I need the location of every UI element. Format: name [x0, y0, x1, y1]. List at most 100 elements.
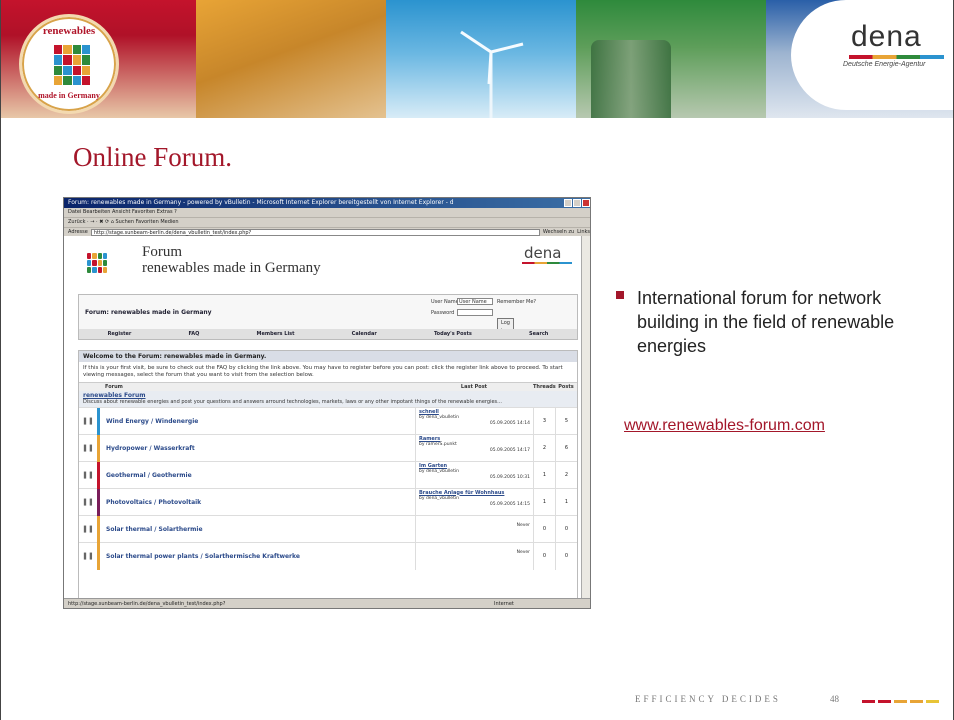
last-post-date: 05.09.2005 10:31: [489, 474, 530, 480]
password-input[interactable]: [457, 309, 493, 316]
nav-calendar[interactable]: Calendar: [352, 329, 377, 339]
forum-table-header: Forum Last Post Threads Posts: [79, 382, 577, 391]
col-last-post: Last Post: [460, 384, 488, 390]
nav-search[interactable]: Search: [529, 329, 548, 339]
last-post-by[interactable]: by dena_vbulletin: [419, 415, 459, 420]
login-box: User Name User Name Remember Me? Passwor…: [431, 298, 536, 336]
footer-stripe-red-2: [878, 700, 891, 703]
forum-rows: ❚❚ Wind Energy / Windenergie schnell by den…: [79, 407, 577, 570]
header-banner: renewables made in Germany dena Deutsche…: [1, 0, 953, 118]
nav-faq[interactable]: FAQ: [188, 329, 199, 339]
bullet-icon: [616, 291, 624, 299]
forum-folder-icon: ❚❚: [82, 444, 94, 452]
last-post-by[interactable]: by dena_vbulletin: [419, 469, 459, 474]
forum-posts-count: 1: [555, 488, 577, 516]
last-post-date: 05.09.2005 14:15: [489, 501, 530, 507]
status-zone: Internet: [494, 601, 514, 607]
banner-strip-orange: [196, 0, 386, 118]
forum-url-link[interactable]: www.renewables-forum.com: [624, 417, 825, 435]
forum-last-post: Never: [415, 542, 533, 570]
maximize-icon[interactable]: [573, 199, 581, 207]
browser-screenshot: Forum: renewables made in Germany - powe…: [63, 197, 591, 609]
forum-header-title: Forum: [142, 244, 183, 260]
last-post-date: 05.09.2005 14:14: [489, 420, 530, 426]
footer-stripe-yellow: [926, 700, 939, 703]
forum-folder-icon: ❚❚: [82, 552, 94, 560]
username-input[interactable]: User Name: [457, 298, 493, 305]
dena-tagline: Deutsche Energie-Agentur: [843, 61, 926, 68]
forum-folder-icon: ❚❚: [82, 498, 94, 506]
forum-row[interactable]: ❚❚ Wind Energy / Windenergie schnell by den…: [79, 407, 577, 435]
close-icon[interactable]: [582, 199, 590, 207]
nav-todays-posts[interactable]: Today's Posts: [434, 329, 472, 339]
footer-stripe-red: [862, 700, 875, 703]
category-description: Discuss about renewable energies and pos…: [83, 399, 502, 405]
forum-nav-panel: Forum: renewables made in Germany User N…: [78, 294, 578, 340]
forum-posts-count: 0: [555, 542, 577, 570]
browser-scrollbar[interactable]: [581, 236, 590, 600]
forum-last-post: Im Garten by dena_vbulletin 05.09.2005 10:…: [415, 461, 533, 489]
forum-row[interactable]: ❚❚ Solar thermal power plants / Solarther…: [79, 542, 577, 570]
forum-last-post: Never: [415, 515, 533, 543]
logo-bottom-text: made in Germany: [38, 91, 100, 100]
biogas-silo-image: [591, 40, 671, 118]
last-post-date: Never: [516, 523, 530, 528]
browser-title-bar: Forum: renewables made in Germany - powe…: [64, 198, 590, 208]
forum-row[interactable]: ❚❚ Solar thermal / Solarthermie Never 0 0: [79, 515, 577, 543]
password-label: Password: [431, 310, 455, 316]
last-post-date: Never: [516, 550, 530, 555]
forum-name-link[interactable]: Photovoltaics / Photovoltaik: [100, 499, 415, 506]
forum-posts-count: 6: [555, 434, 577, 462]
forum-posts-count: 2: [555, 461, 577, 489]
dena-logo-text: dena: [851, 20, 922, 53]
logo-flag-icon: [54, 45, 90, 85]
browser-toolbar[interactable]: Zurück · → · ✖ ⟳ ⌂ Suchen Favoriten Medi…: [64, 218, 590, 228]
forum-threads-count: 0: [533, 542, 555, 570]
bullet-text: International forum for network building…: [637, 288, 895, 356]
forum-last-post: Brauche Anlage für Wohnhaus by dena_vbull…: [415, 488, 533, 516]
forum-row[interactable]: ❚❚ Geothermal / Geothermie Im Garten by den…: [79, 461, 577, 489]
forum-name-link[interactable]: Geothermal / Geothermie: [100, 472, 415, 479]
col-threads: Threads: [533, 384, 556, 390]
forum-header-subtitle: renewables made in Germany: [142, 260, 321, 276]
dena-logo-stripe: [849, 55, 944, 59]
browser-menu-bar[interactable]: Datei Bearbeiten Ansicht Favoriten Extra…: [64, 208, 590, 218]
col-posts: Posts: [558, 384, 574, 390]
forum-name-link[interactable]: Solar thermal power plants / Solarthermi…: [100, 553, 415, 560]
welcome-panel: Welcome to the Forum: renewables made in…: [78, 350, 578, 600]
remember-me-checkbox[interactable]: Remember Me?: [497, 298, 577, 306]
forum-navbar: Register FAQ Members List Calendar Today…: [79, 329, 577, 339]
last-post-date: 05.09.2005 14:17: [489, 447, 530, 453]
forum-name-link[interactable]: Solar thermal / Solarthermie: [100, 526, 415, 533]
forum-name-link[interactable]: Hydropower / Wasserkraft: [100, 445, 415, 452]
browser-status-bar: http://stage.sunbeam-berlin.de/dena_vbul…: [64, 598, 590, 608]
nav-members-list[interactable]: Members List: [257, 329, 295, 339]
forum-folder-icon: ❚❚: [82, 525, 94, 533]
forum-row[interactable]: ❚❚ Hydropower / Wasserkraft Ramers by ramer…: [79, 434, 577, 462]
forum-name-link[interactable]: Wind Energy / Windenergie: [100, 418, 415, 425]
forum-nav-title[interactable]: Forum: renewables made in Germany: [85, 309, 212, 316]
forum-posts-count: 0: [555, 515, 577, 543]
forum-threads-count: 2: [533, 434, 555, 462]
last-post-by[interactable]: by dena_vbulletin: [419, 496, 459, 501]
page-number: 48: [830, 694, 839, 704]
logo-top-text: renewables: [42, 25, 96, 37]
footer-stripe-orange-2: [910, 700, 923, 703]
wind-turbine-icon: [460, 30, 524, 118]
renewables-logo: renewables made in Germany: [19, 14, 119, 114]
forum-threads-count: 0: [533, 515, 555, 543]
last-post-by[interactable]: by ramerS.punkt: [419, 442, 457, 447]
footer-stripe-orange: [894, 700, 907, 703]
footer-tagline: EFFICIENCY DECIDES: [635, 694, 781, 704]
forum-row[interactable]: ❚❚ Photovoltaics / Photovoltaik Brauche An…: [79, 488, 577, 516]
minimize-icon[interactable]: [564, 199, 572, 207]
forum-last-post: schnell by dena_vbulletin 05.09.2005 14:14: [415, 407, 533, 435]
col-forum: Forum: [105, 384, 123, 390]
forum-folder-icon: ❚❚: [82, 471, 94, 479]
address-input[interactable]: http://stage.sunbeam-berlin.de/dena_vbul…: [90, 229, 540, 236]
forum-dena-logo: dena: [524, 244, 562, 262]
forum-last-post: Ramers by ramerS.punkt 05.09.2005 14:17: [415, 434, 533, 462]
username-label: User Name: [431, 299, 459, 305]
forum-threads-count: 1: [533, 488, 555, 516]
nav-register[interactable]: Register: [108, 329, 132, 339]
